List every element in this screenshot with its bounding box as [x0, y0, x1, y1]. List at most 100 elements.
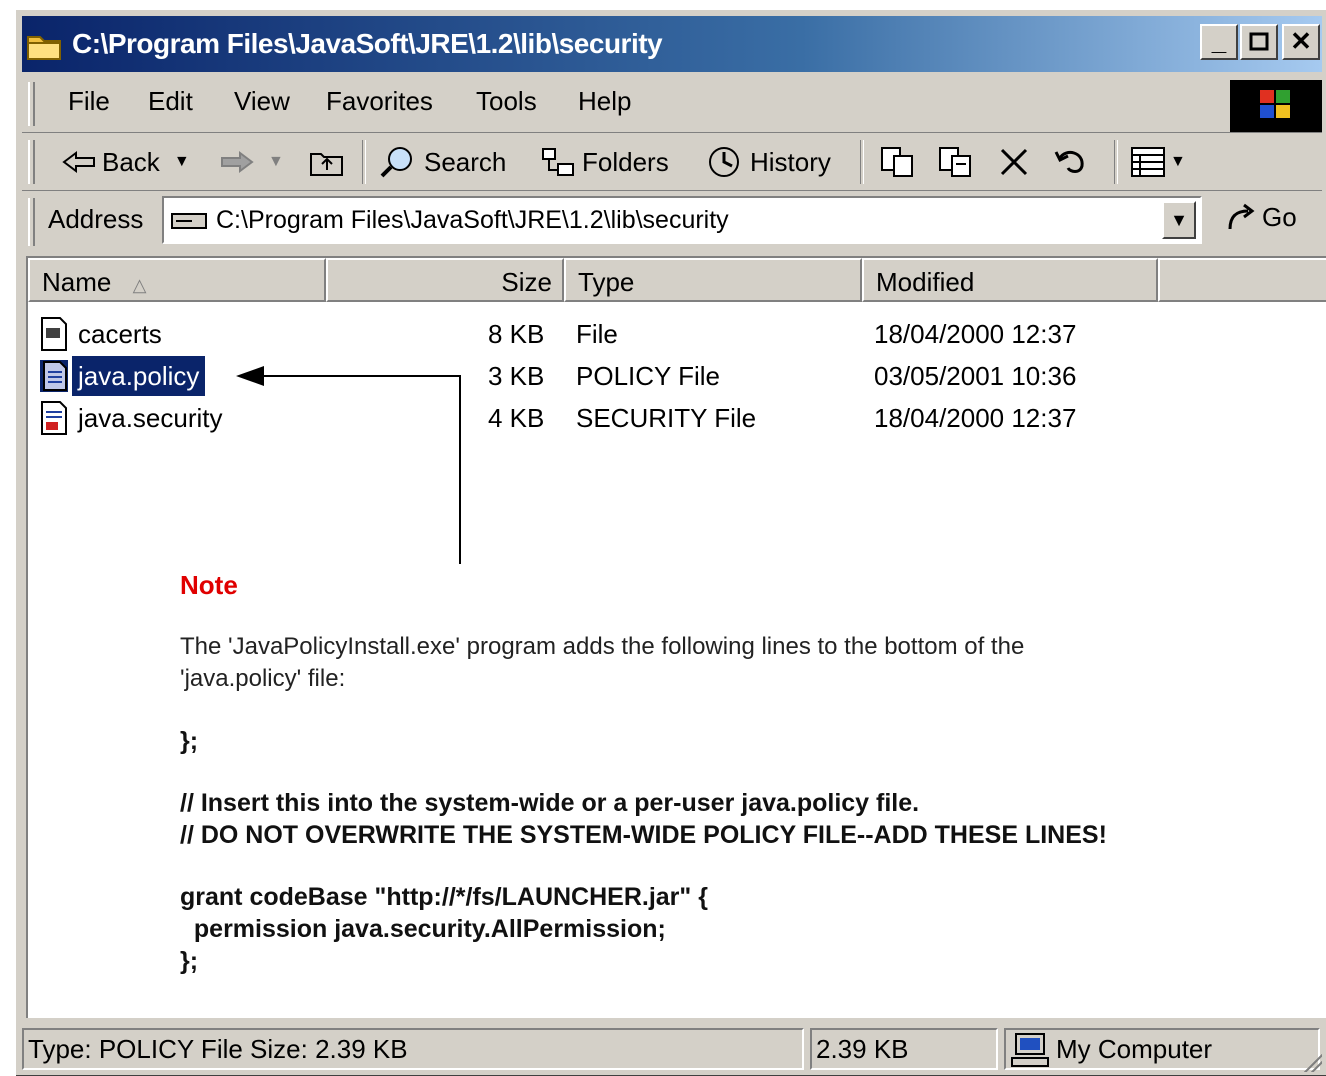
- annotation-arrow: [236, 366, 461, 564]
- back-dropdown-icon[interactable]: ▼: [174, 153, 190, 171]
- status-info: Type: POLICY File Size: 2.39 KB: [22, 1028, 804, 1070]
- column-header-empty: [1158, 258, 1326, 302]
- status-zone: My Computer: [1004, 1028, 1320, 1070]
- search-icon: [380, 147, 412, 178]
- code-comment: // DO NOT OVERWRITE THE SYSTEM-WIDE POLI…: [180, 821, 1107, 849]
- explorer-window: C:\Program Files\JavaSoft\JRE\1.2\lib\se…: [14, 8, 1326, 1076]
- back-button[interactable]: Back ▼: [62, 142, 190, 182]
- file-type: POLICY File: [576, 361, 721, 391]
- address-bar: Address C:\Program Files\JavaSoft\JRE\1.…: [22, 192, 1322, 252]
- address-grip[interactable]: [28, 198, 35, 246]
- file-size: 8 KB: [488, 319, 545, 349]
- standard-toolbar: Back ▼ ▼ Search Folders History ▼: [22, 134, 1322, 191]
- undo-button[interactable]: [1052, 142, 1092, 182]
- menu-tools[interactable]: Tools: [476, 86, 537, 117]
- go-button[interactable]: Go: [1226, 202, 1297, 233]
- forward-button[interactable]: ▼: [220, 142, 284, 182]
- menu-favorites[interactable]: Favorites: [326, 86, 433, 117]
- folders-button[interactable]: Folders: [540, 142, 669, 182]
- copy-to-icon: [939, 147, 971, 177]
- menu-grip[interactable]: [28, 82, 35, 126]
- file-size: 4 KB: [488, 403, 545, 433]
- toolbar-separator: [1114, 140, 1118, 184]
- forward-dropdown-icon[interactable]: ▼: [268, 153, 284, 171]
- go-label: Go: [1262, 202, 1297, 232]
- file-row[interactable]: java.security 4 KB SECURITY File 18/04/2…: [28, 398, 1326, 438]
- views-button[interactable]: ▼: [1130, 142, 1186, 182]
- history-button[interactable]: History: [704, 142, 831, 182]
- security-file-icon: [38, 400, 70, 447]
- history-label: History: [750, 146, 831, 177]
- column-header-modified[interactable]: Modified: [862, 258, 1158, 302]
- toolbar-separator: [362, 140, 366, 184]
- menu-help[interactable]: Help: [578, 86, 631, 117]
- file-modified: 18/04/2000 12:37: [874, 403, 1077, 433]
- views-icon: [1131, 147, 1165, 177]
- file-type: File: [576, 319, 618, 349]
- column-header-type[interactable]: Type: [564, 258, 862, 302]
- menu-file[interactable]: File: [68, 86, 110, 117]
- search-button[interactable]: Search: [378, 142, 506, 182]
- drive-icon: [171, 213, 207, 229]
- up-folder-button[interactable]: [308, 142, 346, 182]
- file-name: cacerts: [78, 319, 162, 349]
- column-header-name[interactable]: Name △: [28, 258, 326, 302]
- move-to-button[interactable]: [878, 142, 918, 182]
- back-arrow-icon: [62, 151, 95, 173]
- my-computer-icon: [1011, 1033, 1049, 1067]
- folders-icon: [542, 148, 574, 176]
- up-folder-icon: [310, 153, 343, 176]
- note-block: Note The 'JavaPolicyInstall.exe' program…: [180, 570, 1107, 977]
- file-row[interactable]: cacerts 8 KB File 18/04/2000 12:37: [28, 314, 1326, 354]
- sort-ascending-icon: △: [132, 275, 147, 295]
- address-input[interactable]: C:\Program Files\JavaSoft\JRE\1.2\lib\se…: [162, 196, 1202, 244]
- folders-label: Folders: [582, 146, 669, 177]
- note-line: The 'JavaPolicyInstall.exe' program adds…: [180, 633, 1025, 660]
- toolbar-separator: [860, 140, 864, 184]
- status-bar: Type: POLICY File Size: 2.39 KB 2.39 KB …: [22, 1026, 1322, 1072]
- file-name: java.security: [78, 403, 223, 433]
- column-header-size[interactable]: Size: [326, 258, 564, 302]
- resize-grip-icon[interactable]: [1302, 1052, 1322, 1072]
- file-row-selected[interactable]: java.policy 3 KB POLICY File 03/05/2001 …: [28, 356, 1326, 396]
- note-line: 'java.policy' file:: [180, 665, 346, 692]
- close-button[interactable]: ✕: [1282, 24, 1320, 60]
- address-value: C:\Program Files\JavaSoft\JRE\1.2\lib\se…: [216, 206, 729, 234]
- copy-to-button[interactable]: [936, 142, 976, 182]
- status-zone-label: My Computer: [1056, 1034, 1213, 1064]
- menu-bar: File Edit View Favorites Tools Help: [22, 76, 1322, 133]
- toolbar-grip[interactable]: [28, 140, 35, 184]
- back-label: Back: [102, 146, 160, 177]
- file-type: SECURITY File: [576, 403, 757, 433]
- undo-icon: [1054, 150, 1084, 173]
- code-line: };: [180, 727, 199, 755]
- code-comment: // Insert this into the system-wide or a…: [180, 789, 920, 817]
- code-line: permission java.security.AllPermission;: [180, 915, 666, 943]
- go-arrow-icon: [1228, 203, 1255, 229]
- file-size: 3 KB: [488, 361, 545, 391]
- menu-view[interactable]: View: [234, 86, 290, 117]
- folder-icon: [26, 26, 64, 60]
- address-dropdown-button[interactable]: ▼: [1162, 201, 1196, 239]
- file-list-view[interactable]: Name △ Size Type Modified cacerts 8 KB F…: [26, 256, 1326, 1018]
- menu-edit[interactable]: Edit: [148, 86, 193, 117]
- window-title: C:\Program Files\JavaSoft\JRE\1.2\lib\se…: [72, 28, 663, 59]
- move-to-icon: [881, 147, 913, 177]
- minimize-button[interactable]: _: [1200, 24, 1238, 60]
- file-modified: 18/04/2000 12:37: [874, 319, 1077, 349]
- code-line: grant codeBase "http://*/fs/LAUNCHER.jar…: [180, 883, 708, 911]
- windows-logo-icon: [1230, 80, 1322, 132]
- title-bar[interactable]: C:\Program Files\JavaSoft\JRE\1.2\lib\se…: [22, 16, 1322, 72]
- delete-icon: [1000, 148, 1028, 176]
- views-dropdown-icon[interactable]: ▼: [1170, 153, 1186, 171]
- file-modified: 03/05/2001 10:36: [874, 361, 1077, 391]
- search-label: Search: [424, 146, 507, 177]
- delete-button[interactable]: [996, 142, 1032, 182]
- forward-arrow-icon: [221, 151, 254, 173]
- maximize-button[interactable]: [1240, 24, 1278, 60]
- history-icon: [709, 147, 739, 177]
- file-name: java.policy: [72, 356, 206, 396]
- note-title: Note: [180, 570, 238, 600]
- address-label: Address: [48, 204, 144, 234]
- status-size: 2.39 KB: [810, 1028, 998, 1070]
